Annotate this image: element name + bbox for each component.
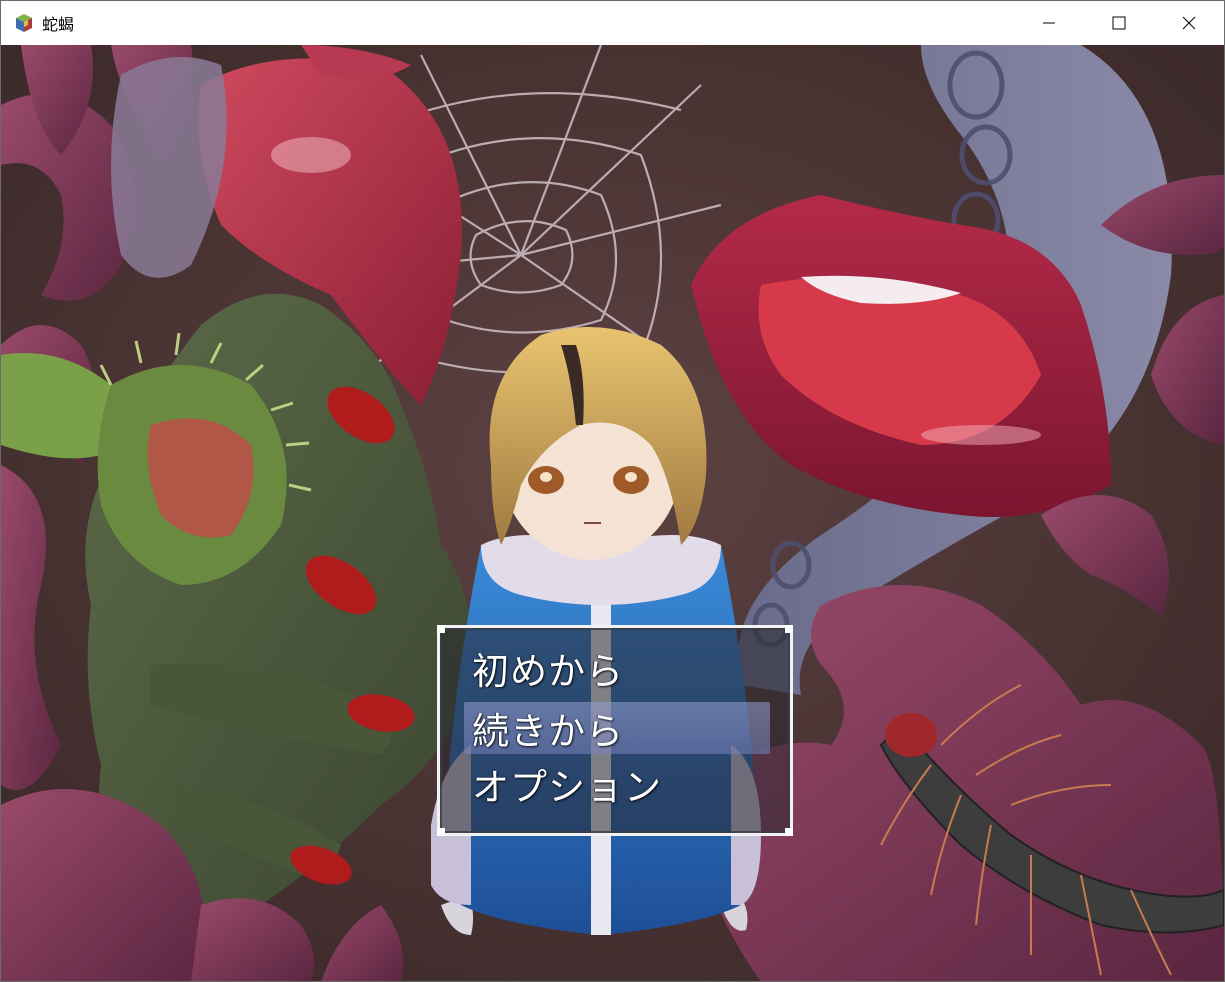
window-title: 蛇蝎 [42, 15, 75, 34]
menu-item-label: 続きから [472, 710, 624, 753]
menu-corner-decoration [785, 625, 793, 633]
game-window: 蛇蝎 初めから 続きから オプション [0, 0, 1225, 982]
menu-corner-decoration [437, 828, 445, 836]
maximize-button[interactable] [1084, 1, 1154, 45]
menu-item-label: オプション [472, 766, 662, 809]
menu-item-options[interactable]: オプション [464, 758, 770, 810]
menu-corner-decoration [785, 828, 793, 836]
minimize-button[interactable] [1014, 1, 1084, 45]
menu-item-continue[interactable]: 続きから [464, 702, 770, 754]
menu-item-label: 初めから [472, 650, 624, 693]
menu-corner-decoration [437, 625, 445, 633]
game-cube-icon [16, 14, 32, 32]
title-menu: 初めから 続きから オプション [437, 625, 793, 836]
title-screen-artwork [1, 45, 1224, 981]
close-button[interactable] [1154, 1, 1224, 45]
window-controls [1014, 1, 1224, 45]
menu-item-new-game[interactable]: 初めから [464, 642, 770, 694]
game-canvas[interactable]: 初めから 続きから オプション [1, 45, 1224, 981]
maximize-icon [1112, 16, 1126, 30]
minimize-icon [1043, 22, 1055, 24]
close-icon [1182, 16, 1196, 30]
title-bar[interactable]: 蛇蝎 [1, 1, 1224, 45]
